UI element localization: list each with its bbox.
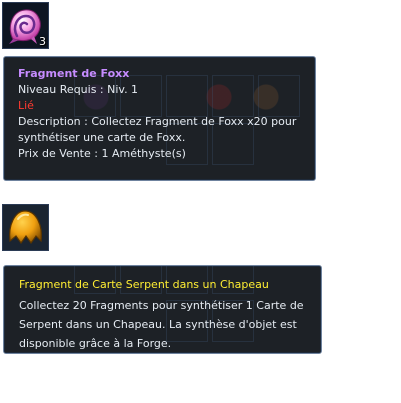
tooltip-bound-status: Lié <box>18 99 34 112</box>
tooltip-sell-price: Prix de Vente : 1 Améthyste(s) <box>18 147 186 160</box>
tooltip-description-line-1: Description : Collectez Fragment de Foxx… <box>18 115 297 128</box>
tooltip-description-line-2: Serpent dans un Chapeau. La synthèse d'o… <box>19 318 297 331</box>
item-quantity: 3 <box>39 35 46 48</box>
item-tooltip-serpent-card-fragment: Fragment de Carte Serpent dans un Chapea… <box>3 265 322 354</box>
item-tooltip-foxx-fragment: Fragment de Foxx Niveau Requis : Niv. 1 … <box>3 56 316 181</box>
orange-egg-fragment-icon <box>9 210 42 245</box>
item-slot-serpent-card-fragment[interactable] <box>2 204 49 251</box>
tooltip-description-line-1: Collectez 20 Fragments pour synthétiser … <box>19 299 304 312</box>
tooltip-item-name: Fragment de Foxx <box>18 67 130 80</box>
tooltip-description-line-2: synthétiser une carte de Foxx. <box>18 131 186 144</box>
tooltip-item-name: Fragment de Carte Serpent dans un Chapea… <box>19 278 269 291</box>
tooltip-level-requirement: Niveau Requis : Niv. 1 <box>18 83 139 96</box>
item-slot-foxx-fragment[interactable]: 3 <box>2 2 49 49</box>
tooltip-description-line-3: disponible grâce à la Forge. <box>19 337 172 350</box>
